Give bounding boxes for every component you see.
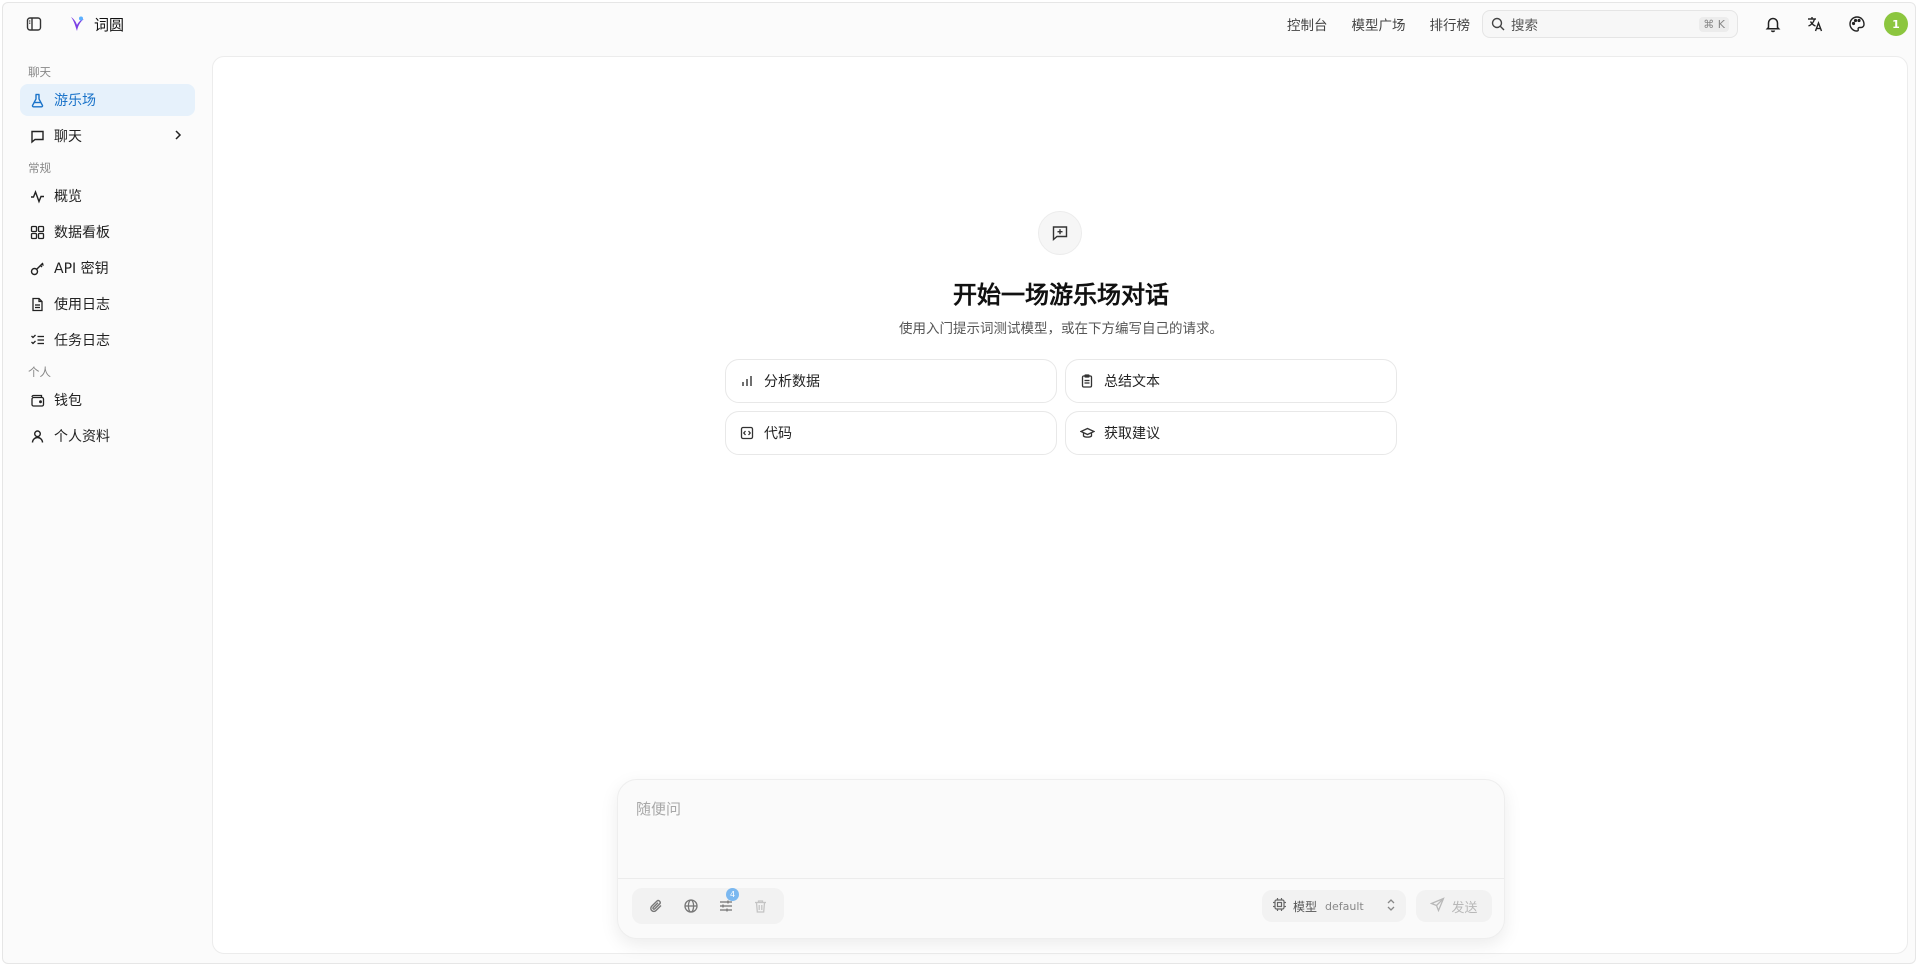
sidebar-item-label: 概览 <box>54 189 82 205</box>
search-placeholder: 搜索 <box>1511 18 1538 34</box>
model-label: 模型 <box>1293 899 1318 914</box>
palette-icon[interactable] <box>1845 12 1869 36</box>
sidebar-item-api-keys[interactable]: API 密钥 <box>20 252 195 284</box>
key-icon <box>28 259 46 277</box>
sidebar-item-label: 个人资料 <box>54 429 110 445</box>
suggestion-analyze-data[interactable]: 分析数据 <box>725 359 1057 403</box>
composer-toolbar: 4 <box>632 888 784 924</box>
bell-icon[interactable] <box>1761 12 1785 36</box>
flask-icon <box>28 91 46 109</box>
sidebar-item-label: 使用日志 <box>54 297 110 313</box>
search-shortcut: ⌘ K <box>1699 16 1729 32</box>
message-plus-icon <box>1038 211 1082 255</box>
params-badge: 4 <box>726 888 739 901</box>
nav-leaderboard[interactable]: 排行榜 <box>1430 14 1471 34</box>
suggestion-label: 代码 <box>764 426 792 442</box>
wallet-icon <box>28 391 46 409</box>
sidebar-item-label: API 密钥 <box>54 261 109 277</box>
app-name: 词圆 <box>94 15 125 34</box>
list-checks-icon <box>28 331 46 349</box>
sidebar-item-label: 聊天 <box>54 129 82 145</box>
sidebar-item-playground[interactable]: 游乐场 <box>20 84 195 116</box>
top-bar: 词圆 控制台 模型广场 排行榜 搜索 ⌘ K 1 <box>0 0 1920 48</box>
suggestion-summarize-text[interactable]: 总结文本 <box>1065 359 1397 403</box>
suggestion-code[interactable]: 代码 <box>725 411 1057 455</box>
sidebar-item-wallet[interactable]: 钱包 <box>20 384 195 416</box>
search-input[interactable]: 搜索 ⌘ K <box>1482 10 1738 38</box>
send-icon <box>1430 896 1446 916</box>
paperclip-icon[interactable] <box>638 892 673 920</box>
sidebar-item-chat[interactable]: 聊天 <box>20 120 195 152</box>
sidebar-item-label: 钱包 <box>54 393 82 409</box>
sidebar-item-usage-logs[interactable]: 使用日志 <box>20 288 195 320</box>
page-subtitle: 使用入门提示词测试模型，或在下方编写自己的请求。 <box>899 321 1223 337</box>
page-title: 开始一场游乐场对话 <box>953 281 1169 309</box>
model-select[interactable]: 模型 default <box>1262 890 1406 922</box>
sidebar: 聊天 游乐场 聊天 常规 概览 数据看板 API 密钥 使用日志 任务日志 个人… <box>0 60 210 456</box>
activity-icon <box>28 187 46 205</box>
sidebar-item-label: 游乐场 <box>54 93 96 109</box>
chat-composer: 4 模型 default 发送 <box>617 779 1505 939</box>
chevrons-up-down-icon <box>1386 898 1396 915</box>
sidebar-item-label: 数据看板 <box>54 225 110 241</box>
suggestion-label: 分析数据 <box>764 374 820 390</box>
composer-divider <box>618 878 1504 879</box>
send-button[interactable]: 发送 <box>1416 890 1492 922</box>
send-label: 发送 <box>1451 900 1478 916</box>
nav-model-square[interactable]: 模型广场 <box>1352 14 1406 34</box>
chat-input[interactable] <box>636 798 1486 858</box>
sidebar-section-personal: 个人 <box>28 365 51 379</box>
sidebar-item-task-logs[interactable]: 任务日志 <box>20 324 195 356</box>
avatar[interactable]: 1 <box>1884 12 1908 36</box>
playground-panel: 开始一场游乐场对话 使用入门提示词测试模型，或在下方编写自己的请求。 分析数据 … <box>212 56 1908 954</box>
user-icon <box>28 427 46 445</box>
trash-icon[interactable] <box>743 892 778 920</box>
chevron-right-icon[interactable] <box>171 128 185 146</box>
search-icon <box>1491 17 1505 31</box>
sidebar-item-dashboard[interactable]: 数据看板 <box>20 216 195 248</box>
file-text-icon <box>28 295 46 313</box>
suggestion-get-advice[interactable]: 获取建议 <box>1065 411 1397 455</box>
sidebar-item-label: 任务日志 <box>54 333 110 349</box>
app-logo[interactable]: 词圆 <box>68 14 124 35</box>
clipboard-icon <box>1080 373 1096 389</box>
message-square-icon <box>28 127 46 145</box>
sidebar-toggle-icon[interactable] <box>22 12 46 36</box>
code-icon <box>740 425 756 441</box>
grid-icon <box>28 223 46 241</box>
logo-icon <box>71 16 84 31</box>
sidebar-section-general: 常规 <box>28 161 51 175</box>
suggestion-label: 总结文本 <box>1104 374 1160 390</box>
sidebar-section-chat: 聊天 <box>28 65 51 79</box>
model-value: default <box>1325 899 1364 913</box>
sidebar-item-profile[interactable]: 个人资料 <box>20 420 195 452</box>
translate-icon[interactable] <box>1803 12 1827 36</box>
cpu-icon <box>1272 897 1287 915</box>
graduation-cap-icon <box>1080 425 1096 441</box>
globe-icon[interactable] <box>673 892 708 920</box>
nav-console[interactable]: 控制台 <box>1287 14 1328 34</box>
suggestion-label: 获取建议 <box>1104 426 1160 442</box>
sliders-icon[interactable]: 4 <box>708 888 743 920</box>
sidebar-item-overview[interactable]: 概览 <box>20 180 195 212</box>
bar-chart-icon <box>740 373 756 389</box>
